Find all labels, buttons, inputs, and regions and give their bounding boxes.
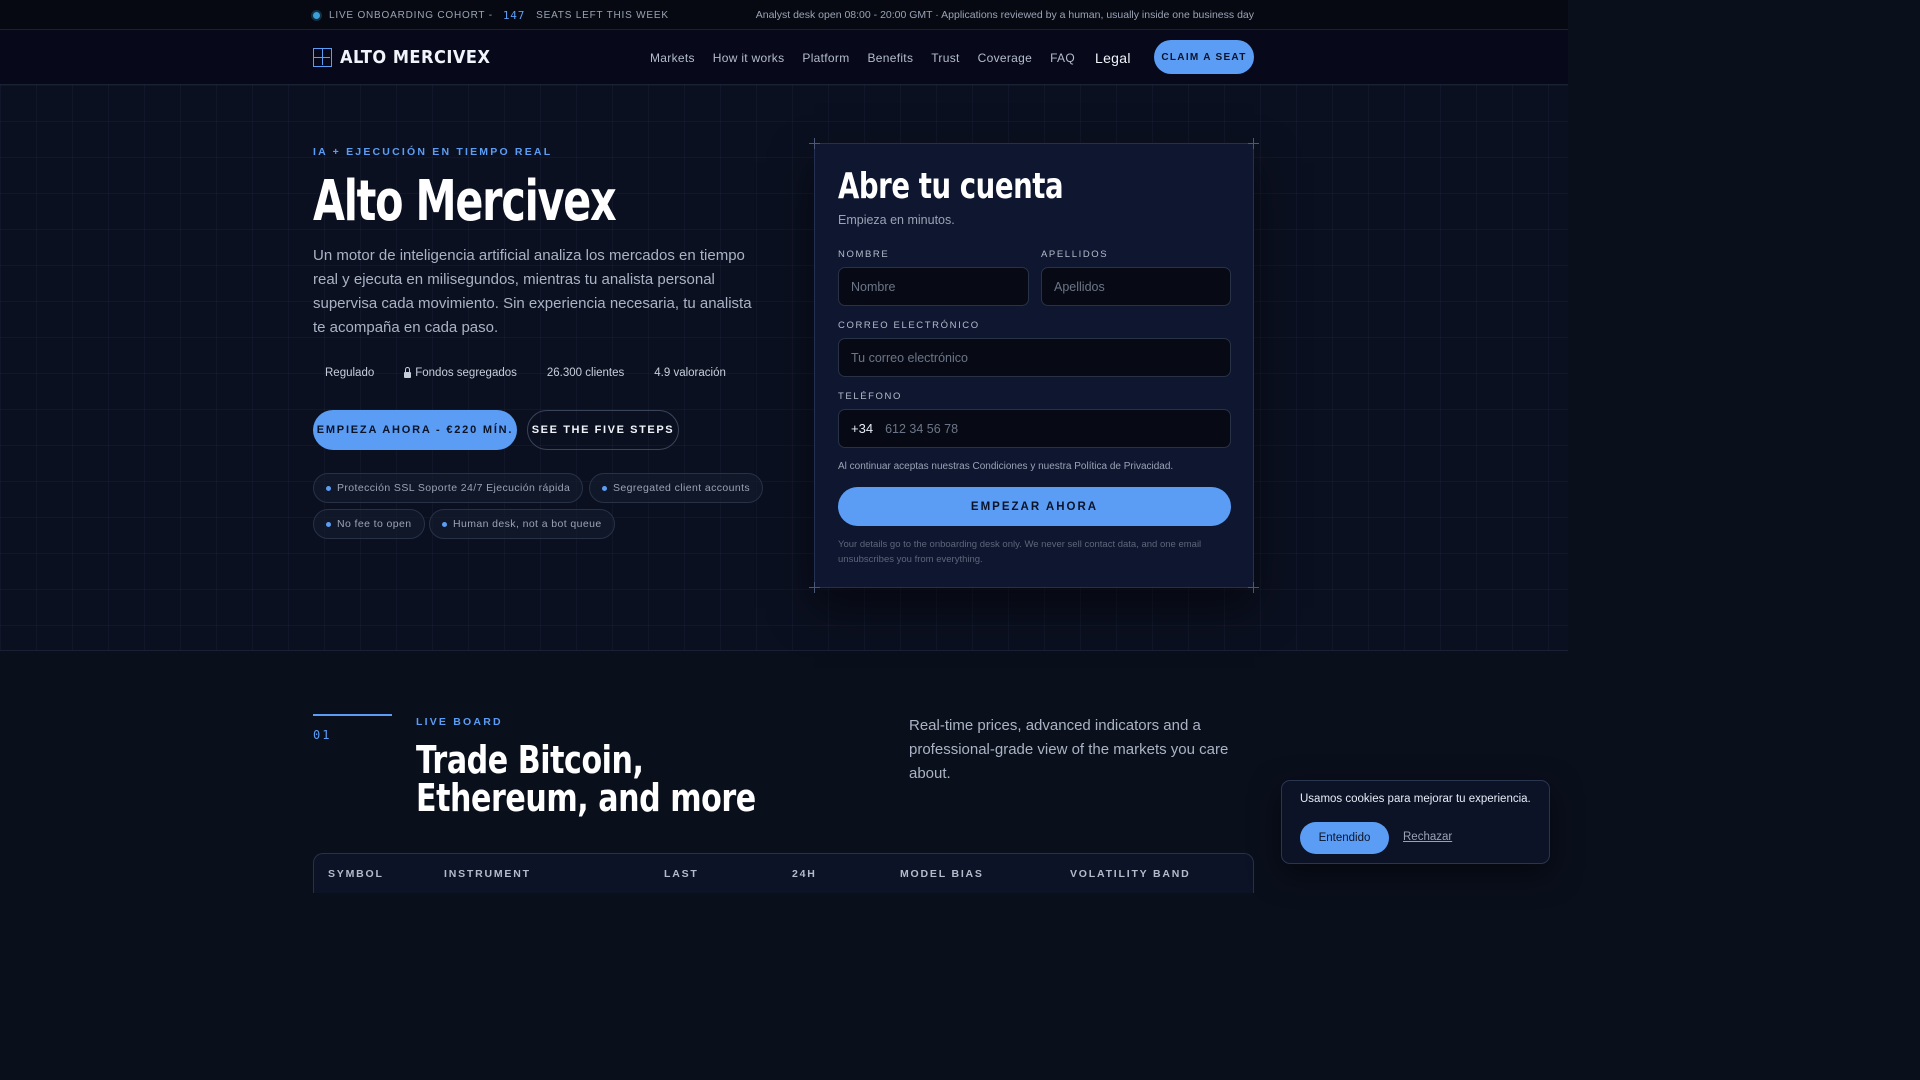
section-eyebrow: LIVE BOARD xyxy=(416,716,503,728)
chip-human-desk-label: Human desk, not a bot queue xyxy=(453,518,602,530)
stat-segregated-funds: Fondos segregados xyxy=(404,366,517,379)
first-name-field[interactable]: Nombre xyxy=(838,267,1029,306)
terms-notice: Al continuar aceptas nuestras Condicione… xyxy=(838,461,1174,472)
brand-name: ALTO MERCIVEX xyxy=(340,47,491,68)
chip-no-fee-label: No fee to open xyxy=(337,518,412,530)
column-header-volatility-band[interactable]: VOLATILITY BAND xyxy=(1070,868,1191,880)
bullet-icon xyxy=(442,521,447,527)
column-header-model-bias[interactable]: MODEL BIAS xyxy=(900,868,984,880)
stat-rating: 4.9 valoración xyxy=(654,367,726,379)
hero-section: IA + EJECUCIÓN EN TIEMPO REAL Alto Merci… xyxy=(0,85,1568,651)
chip-no-fee: No fee to open xyxy=(313,509,425,539)
cookie-banner: Usamos cookies para mejorar tu experienc… xyxy=(1281,780,1550,864)
email-placeholder: Tu correo electrónico xyxy=(851,350,968,365)
seats-label: SEATS LEFT THIS WEEK xyxy=(536,9,669,21)
nav-link-benefits[interactable]: Benefits xyxy=(867,51,913,65)
stat-segregated-label: Fondos segregados xyxy=(415,367,517,379)
live-indicator-icon xyxy=(313,11,320,19)
crosshair-icon xyxy=(809,138,820,149)
brand-logo[interactable]: ALTO MERCIVEX xyxy=(313,47,490,68)
seats-count: 147 xyxy=(502,8,526,22)
first-name-label: NOMBRE xyxy=(838,249,890,260)
email-label: CORREO ELECTRÓNICO xyxy=(838,320,980,331)
chip-security-label: Protección SSL Soporte 24/7 Ejecución rá… xyxy=(337,482,571,494)
last-name-placeholder: Apellidos xyxy=(1054,279,1105,294)
main-nav: ALTO MERCIVEX Markets How it works Platf… xyxy=(0,30,1568,85)
nav-link-coverage[interactable]: Coverage xyxy=(978,51,1032,65)
hero-description: Un motor de inteligencia artificial anal… xyxy=(313,247,752,336)
section-title: Trade Bitcoin, Ethereum, and more xyxy=(416,738,756,820)
start-now-button[interactable]: EMPIEZA AHORA - €220 MÍN. xyxy=(313,410,517,450)
accept-cookies-button[interactable]: Entendido xyxy=(1300,822,1389,854)
first-name-placeholder: Nombre xyxy=(851,279,896,294)
column-header-symbol[interactable]: SYMBOL xyxy=(328,868,384,880)
submit-button[interactable]: EMPEZAR AHORA xyxy=(838,487,1231,526)
phone-country-code[interactable]: +34 xyxy=(851,421,873,436)
column-header-instrument[interactable]: INSTRUMENT xyxy=(444,868,531,880)
stat-clients-label: 26.300 clientes xyxy=(546,367,625,379)
nav-link-markets[interactable]: Markets xyxy=(650,51,695,65)
crosshair-icon xyxy=(809,582,820,593)
column-header-last[interactable]: LAST xyxy=(664,868,699,880)
cohort-label: LIVE ONBOARDING COHORT - xyxy=(329,9,493,21)
column-header-24h[interactable]: 24H xyxy=(792,868,817,880)
phone-label: TELÉFONO xyxy=(838,391,903,402)
section-description: Real-time prices, advanced indicators an… xyxy=(909,717,1229,782)
chip-human-desk: Human desk, not a bot queue xyxy=(429,509,615,539)
privacy-fine-print: Your details go to the onboarding desk o… xyxy=(838,539,1202,565)
nav-link-faq[interactable]: FAQ xyxy=(1050,51,1075,65)
email-field[interactable]: Tu correo electrónico xyxy=(838,338,1231,377)
cohort-status: LIVE ONBOARDING COHORT - 147 SEATS LEFT … xyxy=(313,0,669,30)
nav-link-how-it-works[interactable]: How it works xyxy=(713,51,785,65)
desk-hours: Analyst desk open 08:00 - 20:00 GMT · Ap… xyxy=(755,9,1254,21)
form-subtitle: Empieza en minutos. xyxy=(838,213,955,227)
section-number: 01 xyxy=(313,728,332,742)
reject-cookies-link[interactable]: Rechazar xyxy=(1403,831,1452,843)
stat-rating-label: 4.9 valoración xyxy=(654,367,726,379)
bullet-icon xyxy=(326,521,331,527)
claim-seat-button[interactable]: CLAIM A SEAT xyxy=(1154,40,1254,74)
legal-label: Legal xyxy=(1094,49,1131,66)
form-title: Abre tu cuenta xyxy=(838,166,1064,207)
section-divider xyxy=(313,714,392,716)
stat-clients: 26.300 clientes xyxy=(547,367,624,379)
hero-title: Alto Mercivex xyxy=(313,169,617,234)
nav-link-platform[interactable]: Platform xyxy=(802,51,849,65)
hero-eyebrow: IA + EJECUCIÓN EN TIEMPO REAL xyxy=(313,146,553,158)
phone-field[interactable]: +34 612 34 56 78 xyxy=(838,409,1231,448)
nav-link-trust[interactable]: Trust xyxy=(931,51,959,65)
phone-placeholder: 612 34 56 78 xyxy=(885,421,959,436)
bullet-icon xyxy=(326,485,331,491)
last-name-label: APELLIDOS xyxy=(1041,249,1109,260)
lock-icon xyxy=(404,366,412,378)
chip-segregated-label: Segregated client accounts xyxy=(613,482,751,494)
stat-regulated-label: Regulado xyxy=(325,367,375,379)
signup-form-card: Abre tu cuenta Empieza en minutos. NOMBR… xyxy=(809,138,1259,593)
markets-table: SYMBOL INSTRUMENT LAST 24H MODEL BIAS VO… xyxy=(313,853,1254,893)
crosshair-icon xyxy=(1248,138,1259,149)
crosshair-icon xyxy=(1248,582,1259,593)
chip-segregated: Segregated client accounts xyxy=(589,473,764,503)
cookie-message: Usamos cookies para mejorar tu experienc… xyxy=(1300,793,1531,805)
brand-mark-icon xyxy=(313,48,332,67)
stat-regulated: Regulado xyxy=(325,367,374,379)
bullet-icon xyxy=(602,485,607,491)
trust-stats: Regulado Fondos segregados 26.300 client… xyxy=(325,366,756,379)
nav-links: Markets How it works Platform Benefits T… xyxy=(650,30,1181,85)
last-name-field[interactable]: Apellidos xyxy=(1041,267,1231,306)
see-five-steps-button[interactable]: SEE THE FIVE STEPS xyxy=(527,410,679,450)
announcement-bar: LIVE ONBOARDING COHORT - 147 SEATS LEFT … xyxy=(0,0,1568,30)
chip-security: Protección SSL Soporte 24/7 Ejecución rá… xyxy=(313,473,584,503)
